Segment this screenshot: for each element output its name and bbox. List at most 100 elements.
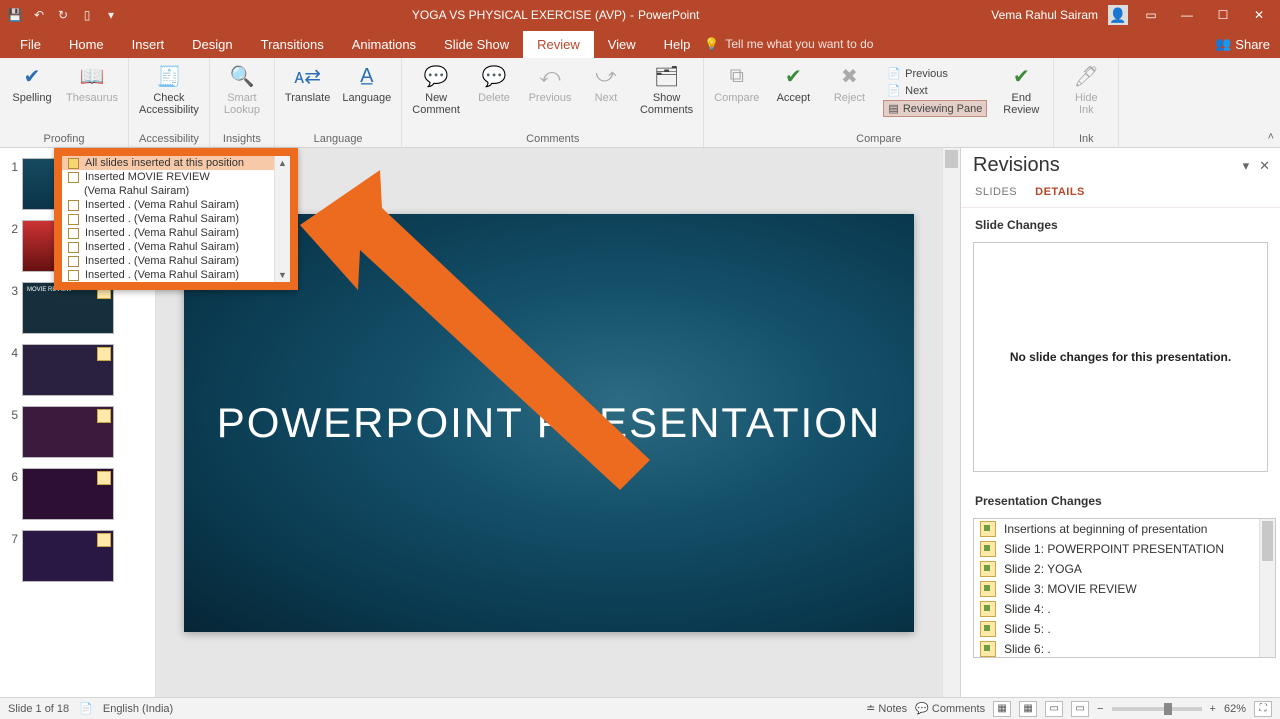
revisions-tab-details[interactable]: DETAILS bbox=[1035, 183, 1085, 203]
spelling-button[interactable]: ✔Spelling bbox=[10, 62, 54, 104]
slideshow-view-icon[interactable]: ▭ bbox=[1071, 701, 1089, 717]
tab-slideshow[interactable]: Slide Show bbox=[430, 31, 523, 58]
checkbox-icon[interactable] bbox=[68, 158, 79, 169]
presentation-changes-scrollbar[interactable] bbox=[1259, 519, 1275, 657]
presentation-change-item[interactable]: Slide 3: MOVIE REVIEW bbox=[974, 579, 1275, 599]
presentation-change-item[interactable]: Slide 6: . bbox=[974, 639, 1275, 658]
presentation-change-item[interactable]: Slide 1: POWERPOINT PRESENTATION bbox=[974, 539, 1275, 559]
next-change-button[interactable]: 📄 Next bbox=[883, 83, 931, 98]
delete-comment-button[interactable]: 💬Delete bbox=[472, 62, 516, 104]
checkbox-icon[interactable] bbox=[68, 228, 79, 239]
reviewing-pane-button[interactable]: ▤ Reviewing Pane bbox=[883, 100, 987, 117]
close-icon[interactable]: ✕ bbox=[1246, 5, 1272, 25]
balloon-item[interactable]: Inserted . (Vema Rahul Sairam) bbox=[62, 240, 290, 254]
previous-comment-button[interactable]: ⤺Previous bbox=[528, 62, 572, 104]
notes-button[interactable]: ≐ Notes bbox=[866, 702, 907, 715]
balloon-header[interactable]: All slides inserted at this position bbox=[62, 156, 290, 170]
minimize-icon[interactable]: — bbox=[1174, 5, 1200, 25]
checkbox-icon[interactable] bbox=[68, 200, 79, 211]
balloon-item[interactable]: Inserted . (Vema Rahul Sairam) bbox=[62, 198, 290, 212]
show-comments-button[interactable]: 🗂Show Comments bbox=[640, 62, 693, 116]
tab-design[interactable]: Design bbox=[178, 31, 246, 58]
tab-transitions[interactable]: Transitions bbox=[247, 31, 338, 58]
checkbox-icon[interactable] bbox=[68, 172, 79, 183]
tab-help[interactable]: Help bbox=[650, 31, 705, 58]
save-icon[interactable]: 💾 bbox=[6, 6, 24, 24]
canvas-scrollbar[interactable] bbox=[942, 148, 960, 697]
qat-more-icon[interactable]: ▾ bbox=[102, 6, 120, 24]
revisions-pane: Revisions ▾✕ SLIDES DETAILS Slide Change… bbox=[960, 148, 1280, 697]
revisions-title: Revisions bbox=[973, 154, 1060, 177]
tell-me-search[interactable]: 💡 Tell me what you want to do bbox=[704, 37, 873, 51]
tab-review[interactable]: Review bbox=[523, 31, 594, 58]
balloon-item[interactable]: Inserted . (Vema Rahul Sairam) bbox=[62, 254, 290, 268]
next-comment-button[interactable]: ⤻Next bbox=[584, 62, 628, 104]
collapse-ribbon-icon[interactable]: ˄ bbox=[1268, 131, 1274, 143]
previous-change-button[interactable]: 📄 Previous bbox=[883, 66, 952, 81]
spellcheck-status-icon[interactable]: 📄 bbox=[79, 702, 93, 715]
checkbox-icon[interactable] bbox=[68, 214, 79, 225]
slide-thumbnail[interactable] bbox=[22, 530, 114, 582]
pane-close-icon[interactable]: ✕ bbox=[1259, 158, 1270, 174]
user-avatar-icon[interactable]: 👤 bbox=[1108, 5, 1128, 25]
checkbox-icon[interactable] bbox=[68, 242, 79, 253]
balloon-item[interactable]: Inserted MOVIE REVIEW bbox=[62, 170, 290, 184]
undo-icon[interactable]: ↶ bbox=[30, 6, 48, 24]
smart-lookup-button[interactable]: 🔍Smart Lookup bbox=[220, 62, 264, 116]
presentation-change-item[interactable]: Slide 2: YOGA bbox=[974, 559, 1275, 579]
tab-insert[interactable]: Insert bbox=[118, 31, 179, 58]
zoom-out-icon[interactable]: − bbox=[1097, 703, 1103, 715]
language-status[interactable]: English (India) bbox=[103, 703, 173, 715]
presentation-change-item[interactable]: Slide 4: . bbox=[974, 599, 1275, 619]
zoom-slider[interactable] bbox=[1112, 707, 1202, 711]
fit-to-window-icon[interactable]: ⛶ bbox=[1254, 701, 1272, 717]
tab-view[interactable]: View bbox=[594, 31, 650, 58]
balloon-item[interactable]: Inserted . (Vema Rahul Sairam) bbox=[62, 226, 290, 240]
thumb-number: 5 bbox=[8, 406, 18, 422]
slide-title-text[interactable]: POWERPOINT PRESENTATION bbox=[217, 399, 881, 447]
new-comment-button[interactable]: 💬New Comment bbox=[412, 62, 460, 116]
accept-button[interactable]: ✔Accept bbox=[771, 62, 815, 104]
slide-thumbnail[interactable] bbox=[22, 344, 114, 396]
presentation-change-item[interactable]: Insertions at beginning of presentation bbox=[974, 519, 1275, 539]
maximize-icon[interactable]: ☐ bbox=[1210, 5, 1236, 25]
previous-comment-icon: ⤺ bbox=[536, 62, 564, 90]
zoom-in-icon[interactable]: + bbox=[1210, 703, 1216, 715]
revision-balloon: All slides inserted at this position Ins… bbox=[54, 148, 298, 290]
reject-button[interactable]: ✖Reject bbox=[827, 62, 871, 104]
compare-button[interactable]: ⧉Compare bbox=[714, 62, 759, 104]
reading-view-icon[interactable]: ▭ bbox=[1045, 701, 1063, 717]
comments-button[interactable]: 💬 Comments bbox=[915, 702, 985, 715]
zoom-level[interactable]: 62% bbox=[1224, 703, 1246, 715]
start-from-beginning-icon[interactable]: ▯ bbox=[78, 6, 96, 24]
share-button[interactable]: 👥 Share bbox=[1215, 36, 1274, 52]
pane-options-icon[interactable]: ▾ bbox=[1243, 158, 1250, 174]
slide-counter[interactable]: Slide 1 of 18 bbox=[8, 703, 69, 715]
normal-view-icon[interactable]: ▦ bbox=[993, 701, 1011, 717]
tab-animations[interactable]: Animations bbox=[338, 31, 430, 58]
end-review-button[interactable]: ✔End Review bbox=[999, 62, 1043, 116]
ribbon-display-options-icon[interactable]: ▭ bbox=[1138, 5, 1164, 25]
scroll-up-icon[interactable]: ▲ bbox=[275, 156, 290, 170]
redo-icon[interactable]: ↻ bbox=[54, 6, 72, 24]
translate-button[interactable]: ᴀ⇄Translate bbox=[285, 62, 330, 104]
presentation-change-item[interactable]: Slide 5: . bbox=[974, 619, 1275, 639]
scroll-down-icon[interactable]: ▼ bbox=[275, 268, 290, 282]
slide-thumbnail[interactable] bbox=[22, 468, 114, 520]
check-accessibility-button[interactable]: 🧾Check Accessibility bbox=[139, 62, 199, 116]
tab-file[interactable]: File bbox=[6, 31, 55, 58]
hide-ink-button[interactable]: 🖊Hide Ink bbox=[1064, 62, 1108, 116]
tab-home[interactable]: Home bbox=[55, 31, 118, 58]
checkbox-icon[interactable] bbox=[68, 256, 79, 267]
slide-thumbnail[interactable] bbox=[22, 406, 114, 458]
balloon-scrollbar[interactable]: ▲▼ bbox=[274, 156, 290, 282]
slide-sorter-view-icon[interactable]: ▦ bbox=[1019, 701, 1037, 717]
thesaurus-button[interactable]: 📖Thesaurus bbox=[66, 62, 118, 104]
balloon-item[interactable]: Inserted . (Vema Rahul Sairam) bbox=[62, 268, 290, 282]
balloon-item[interactable]: Inserted . (Vema Rahul Sairam) bbox=[62, 212, 290, 226]
language-button[interactable]: A̲Language bbox=[342, 62, 391, 104]
checkbox-icon[interactable] bbox=[68, 270, 79, 281]
revisions-tab-slides[interactable]: SLIDES bbox=[975, 183, 1017, 203]
accept-icon: ✔ bbox=[779, 62, 807, 90]
hide-ink-icon: 🖊 bbox=[1072, 62, 1100, 90]
